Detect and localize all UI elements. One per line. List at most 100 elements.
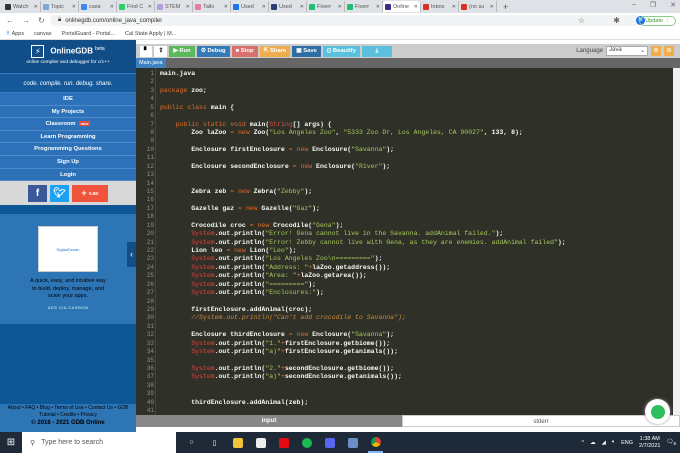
browser-tab[interactable]: Inbox ✕ bbox=[421, 1, 459, 12]
code-line[interactable]: firstEnclosure.addAnimal(croc); bbox=[160, 306, 312, 314]
run-button[interactable]: ▶ Run bbox=[169, 45, 195, 57]
language-select[interactable]: Java ⌄ bbox=[606, 46, 648, 56]
close-tab-icon[interactable]: ✕ bbox=[224, 4, 228, 10]
browser-tab[interactable]: Used ✕ bbox=[231, 1, 269, 12]
url-input[interactable]: 🔒︎ onlinegdb.com/online_java_compiler bbox=[50, 15, 640, 26]
download-button[interactable]: ⤓ bbox=[361, 45, 392, 57]
browser-tab[interactable]: Watch ✕ bbox=[3, 1, 41, 12]
sidebar-nav-item[interactable]: Sign Up bbox=[0, 155, 136, 169]
extension-icon[interactable]: ✱ bbox=[613, 16, 620, 25]
code-line[interactable]: Enclosure firstEnclosure = new Enclosure… bbox=[160, 146, 394, 154]
brand-header[interactable]: ⚡︎ OnlineGDB beta online compiler and deb… bbox=[0, 40, 136, 73]
close-tab-icon[interactable]: ✕ bbox=[34, 4, 38, 10]
code-line[interactable]: System.out.println("Area: "+laZoo.getare… bbox=[160, 272, 367, 280]
network-icon[interactable]: ◢ bbox=[602, 440, 606, 446]
tab-stderr[interactable]: stderr bbox=[402, 415, 680, 427]
code-line[interactable]: Zebra zeb = new Zebra("Zebby"); bbox=[160, 188, 312, 196]
code-line[interactable]: public static void main(String[] args) { bbox=[160, 121, 332, 129]
volume-icon[interactable]: 🔈︎ bbox=[612, 439, 615, 446]
file-tab-main-java[interactable]: Main.java bbox=[136, 58, 166, 68]
chat-widget-button[interactable] bbox=[645, 399, 670, 424]
bookmark-apps[interactable]: ⠿ Apps bbox=[6, 31, 24, 37]
browser-tab[interactable]: Fiverr ✕ bbox=[345, 1, 383, 12]
code-line[interactable]: Gazelle gaz = new Gazelle("Gaz"); bbox=[160, 205, 320, 213]
file-explorer-icon[interactable] bbox=[230, 432, 245, 453]
code-line[interactable]: public class main { bbox=[160, 104, 234, 112]
browser-tab[interactable]: Find C ✕ bbox=[117, 1, 155, 12]
upload-icon[interactable]: ⇪ bbox=[154, 45, 168, 57]
cortana-icon[interactable]: ○ bbox=[184, 432, 199, 453]
code-line[interactable]: Lion leo = new Lion("Leo"); bbox=[160, 247, 296, 255]
forward-icon[interactable]: → bbox=[22, 16, 30, 25]
store-icon[interactable] bbox=[253, 432, 268, 453]
bookmark-canvas[interactable]: canvas bbox=[34, 31, 51, 37]
code-line[interactable]: System.out.println("Address: "+laZoo.get… bbox=[160, 264, 390, 272]
code-line[interactable]: thirdEnclosure.addAnimal(zeb); bbox=[160, 399, 308, 407]
collapse-sidebar-button[interactable]: ‹ bbox=[127, 242, 136, 267]
stop-button[interactable]: ■ Stop bbox=[231, 45, 258, 57]
new-tab-button[interactable]: + bbox=[503, 2, 508, 12]
back-icon[interactable]: ← bbox=[6, 16, 14, 25]
code-line[interactable]: package zoo; bbox=[160, 87, 207, 95]
debug-button[interactable]: ⚙ Debug bbox=[196, 45, 230, 57]
code-line[interactable]: System.out.println("Los Angeles Zoo\n===… bbox=[160, 255, 382, 263]
calculator-icon[interactable] bbox=[345, 432, 360, 453]
beautify-button[interactable]: {} Beautify bbox=[322, 45, 360, 57]
sidebar-nav-item[interactable]: My Projects bbox=[0, 105, 136, 119]
code-line[interactable]: Zoo laZoo = new Zoo("Los Angeles Zoo", "… bbox=[160, 129, 523, 137]
onedrive-icon[interactable]: ☁ bbox=[590, 440, 596, 446]
bookmark-portalguard[interactable]: PortalGuard - Portal... bbox=[62, 31, 116, 37]
notifications-icon[interactable]: 🗨︎6 bbox=[666, 439, 676, 446]
close-tab-icon[interactable]: ✕ bbox=[262, 4, 266, 10]
browser-tab[interactable]: STEM ✕ bbox=[155, 1, 193, 12]
footer-links[interactable]: About • FAQ • Blog • Terms of Use • Cont… bbox=[0, 405, 136, 419]
carbon-ad[interactable]: DigitalOcean A quick, easy, and intuitiv… bbox=[0, 214, 136, 324]
facebook-button[interactable]: f bbox=[28, 184, 47, 202]
maximize-icon[interactable]: ❐ bbox=[650, 1, 656, 9]
sidebar-nav-item[interactable]: IDE bbox=[0, 93, 136, 106]
code-line[interactable]: //System.out.println("Can't add crocodil… bbox=[160, 314, 406, 322]
tab-input[interactable]: input bbox=[136, 415, 402, 427]
close-tab-icon[interactable]: ✕ bbox=[338, 4, 342, 10]
reload-icon[interactable]: ↻ bbox=[38, 16, 45, 25]
close-tab-icon[interactable]: ✕ bbox=[72, 4, 76, 10]
close-tab-icon[interactable]: ✕ bbox=[186, 4, 190, 10]
ad-image[interactable]: DigitalOcean bbox=[38, 226, 98, 272]
code-line[interactable]: Crocodile croc = new Crocodile("Gena"); bbox=[160, 222, 343, 230]
editor-scrollbar[interactable] bbox=[673, 68, 680, 415]
close-icon[interactable]: ✕ bbox=[670, 1, 676, 9]
new-file-icon[interactable]: ▘ bbox=[140, 45, 153, 57]
code-line[interactable]: Enclosure secondEnclosure = new Enclosur… bbox=[160, 163, 390, 171]
language-indicator[interactable]: ENG bbox=[621, 440, 633, 446]
sidebar-nav-item[interactable]: Programming Questions bbox=[0, 143, 136, 156]
info-icon[interactable]: ⚙ bbox=[664, 46, 674, 56]
twitter-button[interactable]: 🐦︎ bbox=[50, 184, 69, 202]
code-line[interactable]: System.out.println("2."+secondEnclosure.… bbox=[160, 365, 394, 373]
star-icon[interactable]: ☆ bbox=[578, 16, 585, 25]
share-button[interactable]: ⇱ Share bbox=[259, 45, 291, 57]
close-tab-icon[interactable]: ✕ bbox=[452, 4, 456, 10]
discord-icon[interactable] bbox=[322, 432, 337, 453]
sidebar-nav-item[interactable]: Login bbox=[0, 168, 136, 182]
settings-icon[interactable]: ⚙ bbox=[651, 46, 661, 56]
browser-tab[interactable]: Topic ✕ bbox=[41, 1, 79, 12]
task-view-icon[interactable]: ▯ bbox=[207, 432, 222, 453]
clock[interactable]: 1:38 AM 2/7/2021 bbox=[639, 436, 660, 450]
browser-tab[interactable]: Online ✕ bbox=[383, 1, 421, 12]
code-line[interactable]: Enclosure thirdEnclosure = new Enclosure… bbox=[160, 331, 394, 339]
update-button[interactable]: Update ⋮ bbox=[639, 15, 676, 26]
tray-chevron-icon[interactable]: ^ bbox=[581, 440, 584, 446]
save-button[interactable]: ▣ Save bbox=[292, 45, 321, 57]
sidebar-nav-item[interactable]: Classroom new bbox=[0, 118, 136, 131]
browser-tab[interactable]: Tallo ✕ bbox=[193, 1, 231, 12]
share-count-button[interactable]: + 5.8K bbox=[72, 184, 108, 202]
code-line[interactable]: System.out.println("a)"+secondEnclosure.… bbox=[160, 373, 402, 381]
bookmark-calstate[interactable]: Cal State Apply | M... bbox=[125, 31, 176, 37]
minimize-icon[interactable]: – bbox=[632, 1, 636, 9]
code-line[interactable]: System.out.println("a)"+firstEnclosure.g… bbox=[160, 348, 398, 356]
code-line[interactable]: System.out.println("Enclosures:"); bbox=[160, 289, 324, 297]
chrome-icon[interactable] bbox=[368, 432, 383, 453]
code-line[interactable]: System.out.println("Error! Zebby cannot … bbox=[160, 239, 566, 247]
browser-tab[interactable]: (no su ✕ bbox=[459, 1, 497, 12]
close-tab-icon[interactable]: ✕ bbox=[148, 4, 152, 10]
